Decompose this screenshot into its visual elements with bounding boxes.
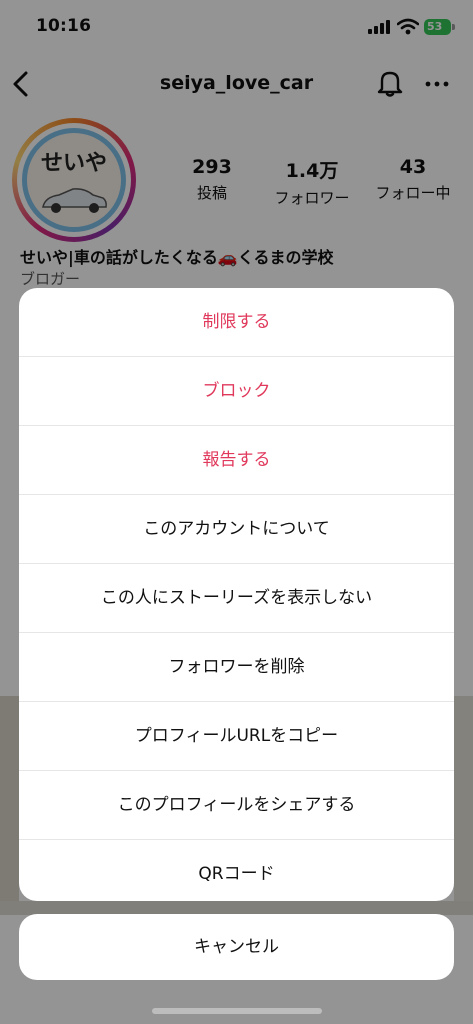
restrict-button[interactable]: 制限する [19,288,454,356]
qr-code-button[interactable]: QRコード [19,839,454,901]
copy-profile-url-button[interactable]: プロフィールURLをコピー [19,701,454,770]
cancel-button[interactable]: キャンセル [19,914,454,980]
action-sheet: 制限する ブロック 報告する このアカウントについて この人にストーリーズを表示… [19,288,454,901]
report-button[interactable]: 報告する [19,425,454,494]
hide-stories-button[interactable]: この人にストーリーズを表示しない [19,563,454,632]
home-indicator[interactable] [152,1008,322,1014]
share-profile-button[interactable]: このプロフィールをシェアする [19,770,454,839]
about-account-button[interactable]: このアカウントについて [19,494,454,563]
block-button[interactable]: ブロック [19,356,454,425]
remove-follower-button[interactable]: フォロワーを削除 [19,632,454,701]
